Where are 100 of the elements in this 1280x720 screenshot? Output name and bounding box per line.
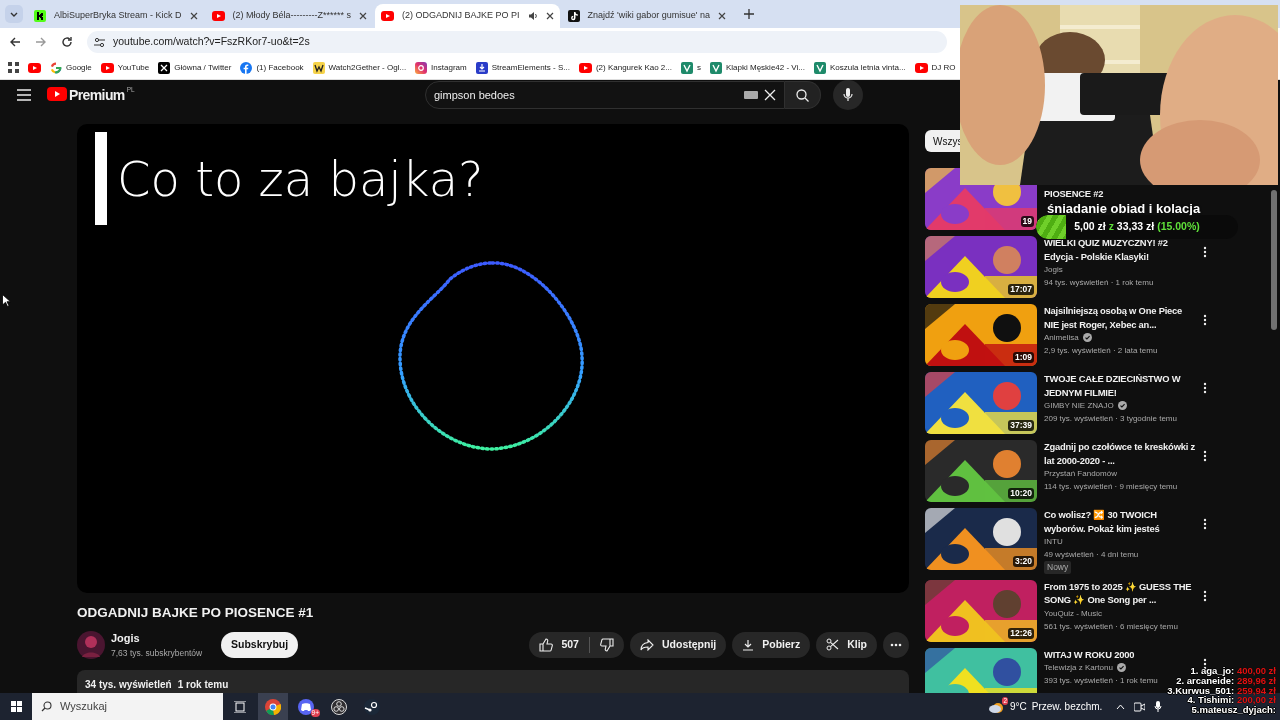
- download-icon: [742, 638, 755, 651]
- temperature[interactable]: 9°C: [1010, 699, 1027, 714]
- instagram-icon: [415, 61, 428, 74]
- video-title[interactable]: TWOJE CAŁE DZIECIŃSTWO W JEDNYM FILMIE!: [1044, 372, 1196, 399]
- video-title[interactable]: Najsilniejszą osobą w One Piece NIE jest Roger, Xebec an...: [1044, 304, 1196, 331]
- search-field[interactable]: gimpson bedoes: [425, 81, 785, 109]
- microphone-button[interactable]: [833, 80, 863, 110]
- thumbs-down-icon: [599, 637, 614, 652]
- browser-tab[interactable]: Znajdź 'wiki gabor gumisue' na: [561, 4, 733, 28]
- video-title[interactable]: Co wolisz? 🔀 30 TWOICH wyborów. Pokaż kim jesteś: [1044, 508, 1196, 535]
- download-button[interactable]: Pobierz: [732, 631, 811, 658]
- bookmark[interactable]: Główna / Twitter: [158, 61, 232, 74]
- google-icon: [50, 61, 62, 74]
- video-title[interactable]: PIOSENCE #2: [1044, 187, 1104, 201]
- bookmark[interactable]: Watch2Gether - Ogl...: [312, 61, 407, 74]
- bookmark[interactable]: Google: [50, 61, 92, 74]
- speaker-icon[interactable]: [527, 11, 538, 21]
- scrollbar-thumb[interactable]: [1271, 190, 1277, 330]
- video-title[interactable]: Zgadnij po czołówce te kreskówki z lat 2000-2020 - ...: [1044, 440, 1196, 467]
- channel-avatar[interactable]: [77, 630, 105, 659]
- video-stats: 209 tys. wyświetleń · 3 tygodnie temu: [1044, 413, 1177, 425]
- video-player[interactable]: Co to za bajka?: [77, 124, 909, 593]
- video-duration: 12:26: [1008, 627, 1034, 639]
- discord-icon[interactable]: [298, 698, 314, 715]
- channel-name[interactable]: Telewizja z Kartonu: [1044, 661, 1113, 675]
- chevron-up-icon[interactable]: [1116, 703, 1126, 710]
- video-title[interactable]: WIELKI QUIZ MUZYCZNY! #2 Edycja - Polskie Klasyki!: [1044, 236, 1196, 263]
- channel-name[interactable]: GIMBY NIE ZNAJO: [1044, 399, 1114, 412]
- taskbar-search-field[interactable]: Wyszukaj: [32, 693, 223, 720]
- channel-name[interactable]: INTU: [1044, 535, 1063, 548]
- obs-icon[interactable]: [331, 698, 347, 715]
- address-bar[interactable]: youtube.com/watch?v=FszRKor7-uo&t=2s: [87, 31, 947, 53]
- close-icon[interactable]: [189, 12, 198, 20]
- bookmark[interactable]: StreamElements - S...: [475, 61, 570, 74]
- bookmark[interactable]: (2) Kangurek Kao 2...: [578, 61, 672, 74]
- weather-condition[interactable]: Przew. bezchm.: [1031, 699, 1103, 714]
- browser-tab[interactable]: (2) Młody Béla---------Z****** s: [205, 4, 374, 28]
- close-icon[interactable]: [545, 12, 554, 20]
- new-badge: Nowy: [1044, 561, 1072, 574]
- youtube-icon: [100, 62, 114, 73]
- more-vertical-icon[interactable]: [1203, 245, 1207, 258]
- bookmark[interactable]: Klapki Męskie42 - Vi...: [710, 61, 805, 74]
- bookmark[interactable]: Koszula letnia vinta...: [814, 61, 906, 74]
- logo-text[interactable]: Premium: [69, 84, 125, 106]
- goal-amount: 5,00 zł z 33,33 zł (15.00%): [1074, 219, 1200, 235]
- donor-entry: 3.Kurwus_501: 259,94 zł: [1167, 685, 1276, 696]
- back-icon[interactable]: [9, 36, 21, 48]
- site-settings-icon[interactable]: [94, 36, 105, 48]
- menu-icon[interactable]: [17, 89, 31, 101]
- more-icon: [890, 642, 902, 647]
- youtube-bookmark-icon[interactable]: [28, 62, 41, 73]
- kick-icon: [34, 10, 46, 22]
- bookmark[interactable]: Instagram: [415, 61, 467, 74]
- description-box[interactable]: 34 tys. wyświetleń 1 rok temu: [77, 669, 909, 693]
- channel-name[interactable]: Jogis: [111, 630, 221, 647]
- video-title: ODGADNIJ BAJKE PO PIOSENCE #1: [77, 604, 315, 622]
- video-title[interactable]: From 1975 to 2025 ✨ GUESS THE SONG ✨ One Song per ...: [1044, 579, 1196, 607]
- search-button[interactable]: [785, 81, 821, 109]
- play-logo-icon[interactable]: [47, 86, 67, 101]
- share-button[interactable]: Udostępnij: [629, 631, 727, 658]
- microphone-icon: [843, 88, 853, 102]
- close-icon[interactable]: [718, 12, 727, 20]
- channel-name[interactable]: Przystań Fandomów: [1044, 467, 1117, 480]
- more-vertical-icon[interactable]: [1203, 449, 1207, 462]
- channel-name[interactable]: YouQuiz - Music: [1044, 606, 1102, 620]
- clip-button[interactable]: Klip: [816, 631, 877, 658]
- camera-icon[interactable]: [1134, 701, 1146, 712]
- donor-entry: 5.mateusz_dyjach:: [1191, 705, 1276, 715]
- channel-name[interactable]: Jogis: [1044, 263, 1063, 276]
- more-vertical-icon[interactable]: [1203, 381, 1207, 394]
- more-vertical-icon[interactable]: [1203, 313, 1207, 326]
- new-tab-icon[interactable]: [744, 9, 755, 19]
- clear-icon[interactable]: [764, 89, 776, 101]
- tile-icon: [681, 61, 693, 74]
- w2g-icon: [312, 61, 325, 74]
- close-icon[interactable]: [359, 12, 368, 20]
- browser-tab[interactable]: AlbiSuperBryka Stream - Kick D: [28, 4, 204, 28]
- microphone-icon[interactable]: [1154, 701, 1163, 712]
- upload-date: 1 rok temu: [177, 677, 229, 692]
- apps-grid-icon[interactable]: [8, 62, 19, 73]
- bookmark[interactable]: s: [681, 61, 701, 74]
- channel-name[interactable]: Animelisa: [1044, 331, 1079, 344]
- reload-icon[interactable]: [61, 36, 73, 48]
- bookmark[interactable]: (1) Facebook: [240, 61, 304, 74]
- task-view-icon[interactable]: [234, 700, 246, 713]
- donor-entry: 2. arcaneide: 289,96 zł: [1176, 675, 1276, 686]
- dropdown-icon[interactable]: [5, 5, 23, 23]
- video-title[interactable]: WITAJ W ROKU 2000: [1044, 647, 1135, 662]
- subscribe-button[interactable]: Subskrybuj: [221, 631, 299, 658]
- bookmark[interactable]: DJ RO: [914, 61, 956, 74]
- more-vertical-icon[interactable]: [1203, 589, 1207, 602]
- windows-start-icon[interactable]: [10, 701, 22, 712]
- bookmark[interactable]: YouTube: [100, 61, 150, 74]
- donor-entry: 4. Tishimi: 200,00 zł: [1187, 695, 1276, 706]
- steam-icon[interactable]: [364, 698, 380, 715]
- chrome-icon[interactable]: [265, 698, 281, 715]
- more-vertical-icon[interactable]: [1203, 517, 1207, 530]
- cloud-sun-icon[interactable]: [989, 700, 1005, 715]
- browser-tab[interactable]: (2) ODGADNIJ BAJKE PO PI: [375, 4, 560, 28]
- forward-icon[interactable]: [35, 36, 47, 48]
